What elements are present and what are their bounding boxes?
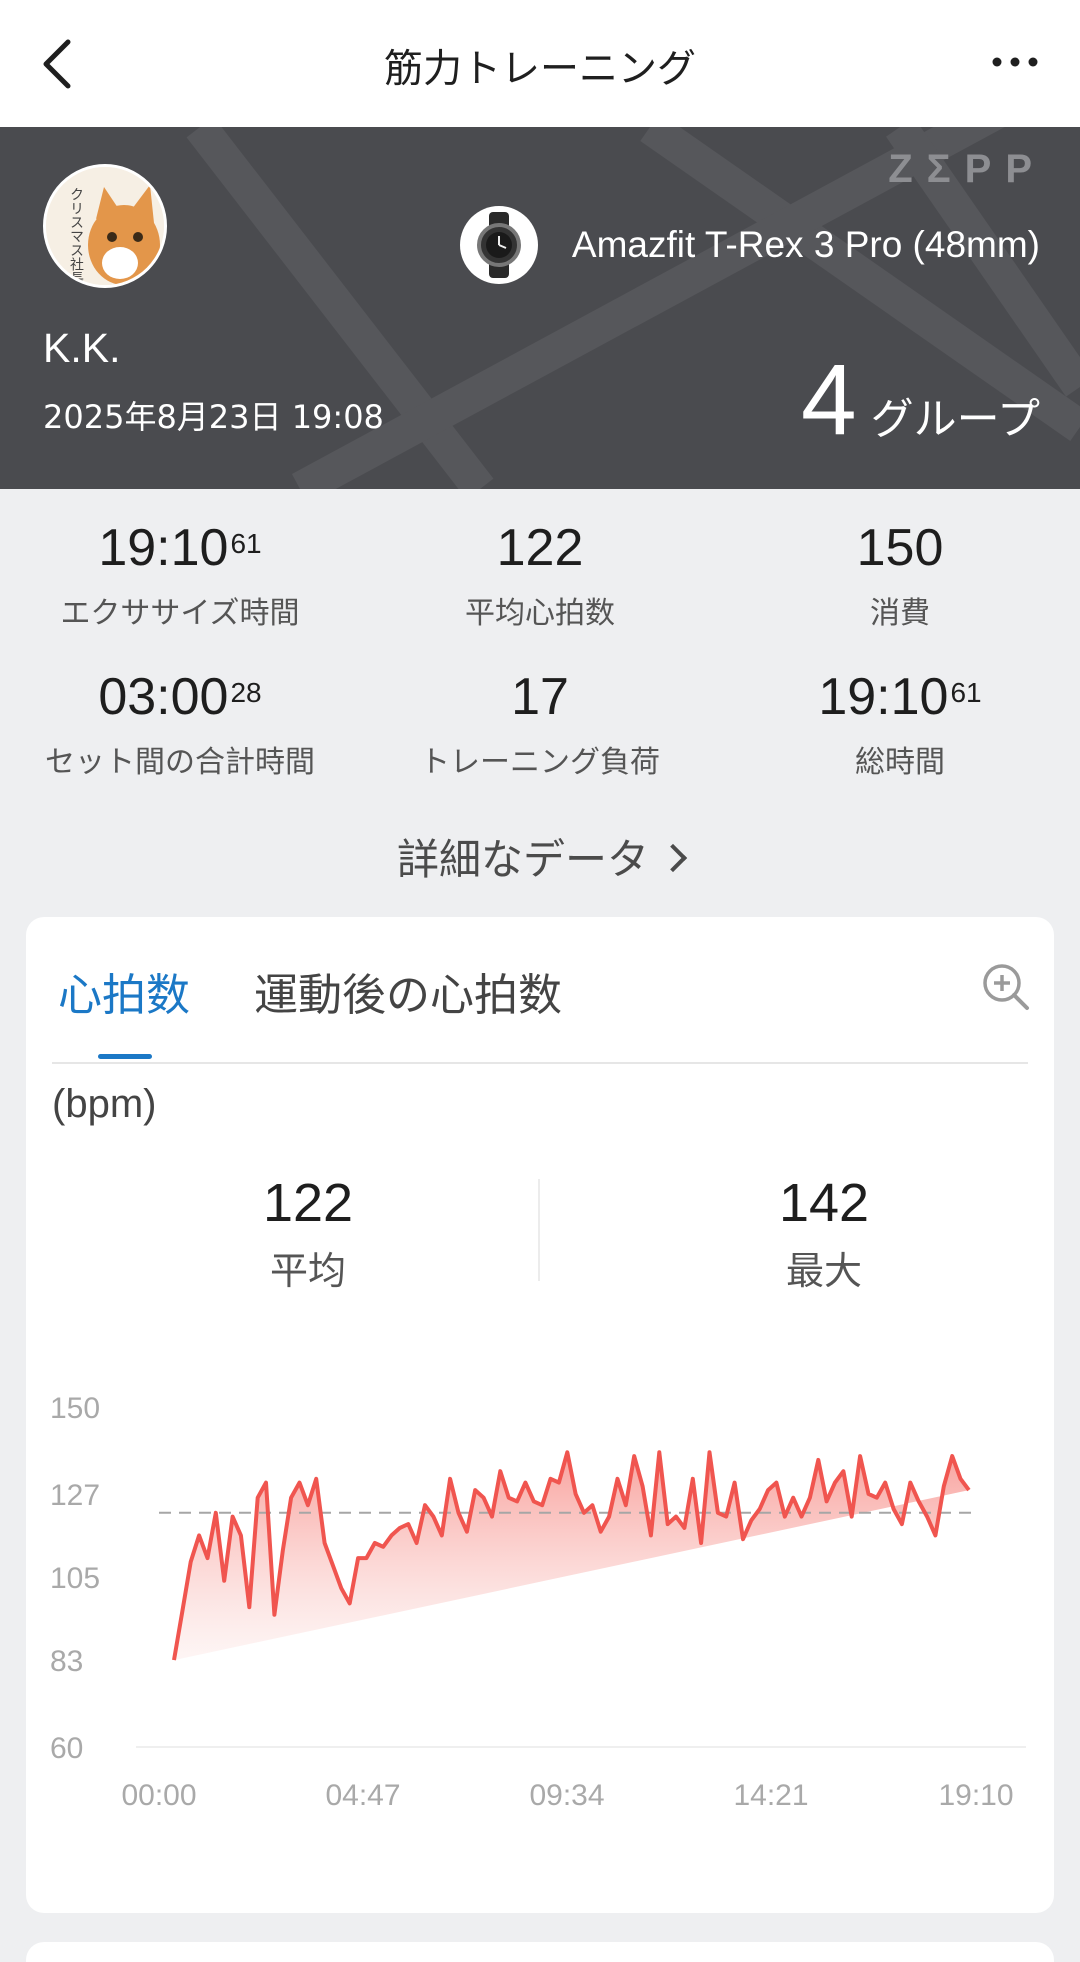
stat-label: 総時間 — [855, 745, 945, 780]
group-count-value: 4 — [800, 344, 857, 456]
x-tick-label: 00:00 — [121, 1779, 196, 1812]
stat-value: 122 — [496, 519, 584, 577]
workout-date: 2025年8月23日 19:08 — [43, 398, 384, 436]
stat-label: トレーニング負荷 — [420, 745, 660, 780]
stat-label: セット間の合計時間 — [45, 745, 315, 780]
watch-icon — [460, 206, 538, 284]
stat-value: 19:1061 — [98, 519, 262, 577]
stat-label: 消費 — [870, 596, 930, 631]
device-name[interactable]: Amazfit T-Rex 3 Pro (48mm) — [572, 224, 1040, 266]
stat-calories: 150 消費 — [720, 518, 1080, 632]
stat-value: 150 — [856, 519, 944, 577]
user-name: K.K. — [43, 325, 121, 371]
stat-value: 19:1061 — [818, 668, 982, 726]
x-tick-label: 14:21 — [733, 1779, 808, 1812]
y-tick-label: 83 — [50, 1645, 83, 1678]
stat-value: 03:0028 — [98, 668, 262, 726]
y-tick-label: 127 — [50, 1479, 100, 1512]
y-tick-label: 60 — [50, 1732, 83, 1765]
detailed-data-link[interactable]: 詳細なデータ — [0, 826, 1080, 887]
more-options-icon[interactable] — [985, 40, 1045, 80]
stat-rest-time: 03:0028 セット間の合計時間 — [0, 667, 360, 781]
detailed-data-label: 詳細なデータ — [396, 835, 649, 884]
x-tick-label: 19:10 — [938, 1779, 1013, 1812]
avatar-caption: クリスマス社長 — [68, 187, 84, 285]
zepp-logo: ZΣPP — [888, 147, 1046, 191]
top-app-bar: 筋力トレーニング — [0, 0, 1080, 127]
y-tick-label: 105 — [50, 1562, 100, 1595]
group-count-unit: グループ — [870, 395, 1040, 445]
user-avatar[interactable]: クリスマス社長 — [43, 164, 167, 288]
stat-label: エクササイズ時間 — [60, 596, 300, 631]
stat-total-time: 19:1061 総時間 — [720, 667, 1080, 781]
group-count: 4 グループ — [801, 343, 1040, 458]
x-tick-label: 04:47 — [325, 1779, 400, 1812]
workout-summary-header: クリスマス社長 ZΣPP Amazfit T-Rex 3 Pro (48mm) … — [0, 127, 1080, 489]
stat-average-heart-rate: 122 平均心拍数 — [360, 518, 720, 632]
stat-label: 平均心拍数 — [465, 596, 615, 631]
stat-exercise-time: 19:1061 エクササイズ時間 — [0, 518, 360, 632]
x-tick-label: 09:34 — [529, 1779, 604, 1812]
heart-rate-area — [174, 1452, 969, 1661]
page-title: 筋力トレーニング — [383, 47, 696, 92]
stat-value: 17 — [511, 668, 569, 726]
next-card-edge — [26, 1942, 1054, 1962]
heart-rate-chart[interactable]: 150 127 105 83 60 00:00 04:47 09:34 14:21 19:10 — [26, 917, 1054, 1913]
stat-training-load: 17 トレーニング負荷 — [360, 667, 720, 781]
heart-rate-card: 心拍数 運動後の心拍数 (bpm) 122 平均 142 最大 150 127 10… — [26, 917, 1054, 1913]
chevron-right-icon — [658, 843, 688, 873]
y-tick-label: 150 — [50, 1392, 100, 1425]
